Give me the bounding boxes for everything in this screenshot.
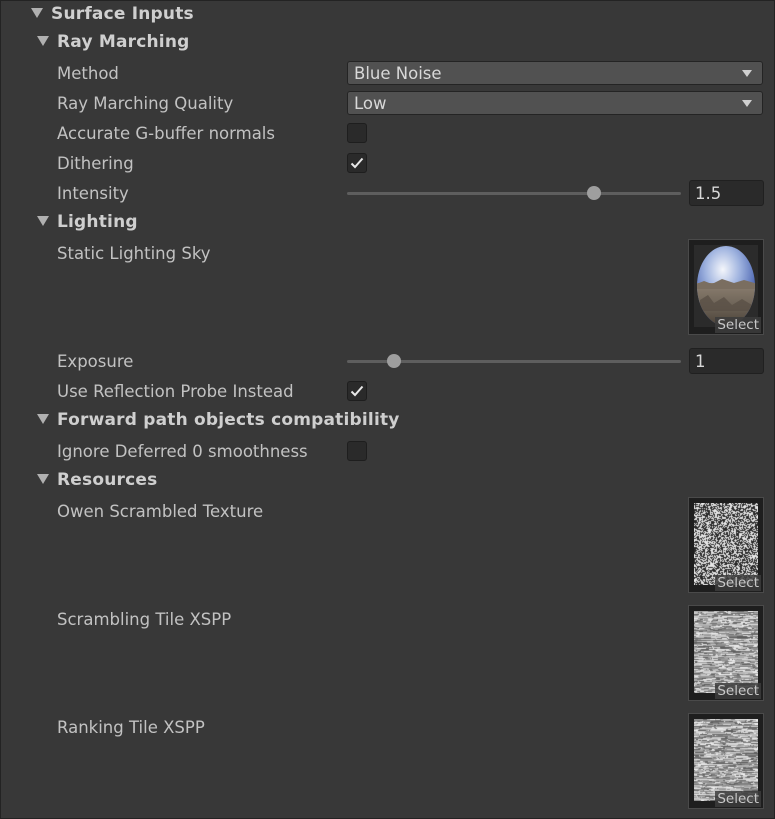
intensity-slider-track[interactable] (347, 192, 681, 195)
surface-inputs-header[interactable]: Surface Inputs (1, 1, 774, 29)
owen-label: Owen Scrambled Texture (57, 502, 264, 521)
section-title: Ray Marching (57, 32, 190, 52)
forward-path-header[interactable]: Forward path objects compatibility (1, 407, 774, 435)
quality-dropdown[interactable]: Low (347, 91, 763, 115)
dithering-checkbox[interactable] (347, 153, 367, 173)
reflection-probe-checkbox[interactable] (347, 381, 367, 401)
foldout-arrow-icon[interactable] (37, 474, 49, 484)
sky-select-button[interactable]: Select (715, 317, 761, 333)
sky-label: Static Lighting Sky (57, 244, 211, 263)
quality-label: Ray Marching Quality (57, 94, 234, 113)
dithering-row: Dithering (1, 149, 774, 177)
intensity-field[interactable]: 1.5 (689, 180, 764, 206)
exposure-slider-thumb[interactable] (386, 354, 401, 368)
owen-texture-slot[interactable]: Select (688, 497, 764, 593)
section-title: Forward path objects compatibility (57, 410, 400, 430)
scrambling-texture-slot[interactable]: Select (688, 605, 764, 701)
resources-header[interactable]: Resources (1, 467, 774, 495)
scrambling-row: Scrambling Tile XSPP (1, 605, 774, 633)
accurate-normals-label: Accurate G-buffer normals (57, 124, 275, 143)
lighting-header[interactable]: Lighting (1, 209, 774, 237)
owen-row: Owen Scrambled Texture (1, 497, 774, 525)
method-label: Method (57, 64, 119, 83)
exposure-row: Exposure 1 (1, 347, 774, 375)
quality-value: Low (354, 94, 387, 113)
chevron-down-icon (742, 70, 752, 77)
ranking-select-button[interactable]: Select (715, 791, 761, 807)
method-dropdown[interactable]: Blue Noise (347, 61, 763, 85)
foldout-arrow-icon[interactable] (31, 8, 43, 18)
owen-select-button[interactable]: Select (715, 575, 761, 591)
dithering-label: Dithering (57, 154, 134, 173)
exposure-value: 1 (695, 352, 706, 371)
ranking-label: Ranking Tile XSPP (57, 718, 205, 737)
ray-marching-header[interactable]: Ray Marching (1, 29, 774, 57)
scrambling-select-button[interactable]: Select (715, 683, 761, 699)
intensity-slider-thumb[interactable] (587, 186, 602, 200)
owen-texture-preview (694, 503, 758, 585)
scrambling-texture-preview (694, 611, 758, 693)
section-title: Resources (57, 470, 158, 490)
intensity-row: Intensity 1.5 (1, 179, 774, 207)
ranking-row: Ranking Tile XSPP (1, 713, 774, 741)
foldout-arrow-icon[interactable] (37, 36, 49, 46)
section-title: Surface Inputs (51, 4, 194, 24)
section-title: Lighting (57, 212, 138, 232)
intensity-value: 1.5 (695, 184, 722, 203)
ranking-texture-preview (694, 719, 758, 801)
method-value: Blue Noise (354, 64, 442, 83)
ignore-smoothness-checkbox[interactable] (347, 441, 367, 461)
checkmark-icon (350, 385, 364, 397)
sky-row: Static Lighting Sky (1, 239, 774, 267)
ranking-texture-slot[interactable]: Select (688, 713, 764, 809)
ignore-smoothness-row: Ignore Deferred 0 smoothness (1, 437, 774, 465)
sky-texture-preview (694, 245, 758, 327)
accurate-normals-checkbox[interactable] (347, 123, 367, 143)
checkmark-icon (350, 157, 364, 169)
exposure-field[interactable]: 1 (689, 348, 764, 374)
accurate-normals-row: Accurate G-buffer normals (1, 119, 774, 147)
method-row: Method Blue Noise (1, 59, 774, 87)
foldout-arrow-icon[interactable] (37, 216, 49, 226)
intensity-label: Intensity (57, 184, 129, 203)
chevron-down-icon (742, 100, 752, 107)
reflection-probe-label: Use Reflection Probe Instead (57, 382, 294, 401)
exposure-label: Exposure (57, 352, 134, 371)
foldout-arrow-icon[interactable] (37, 414, 49, 424)
surface-inputs-panel: Surface Inputs Ray Marching Method Blue … (0, 0, 775, 819)
quality-row: Ray Marching Quality Low (1, 89, 774, 117)
ignore-smoothness-label: Ignore Deferred 0 smoothness (57, 442, 308, 461)
reflection-probe-row: Use Reflection Probe Instead (1, 377, 774, 405)
scrambling-label: Scrambling Tile XSPP (57, 610, 232, 629)
sky-texture-slot[interactable]: Select (688, 239, 764, 335)
